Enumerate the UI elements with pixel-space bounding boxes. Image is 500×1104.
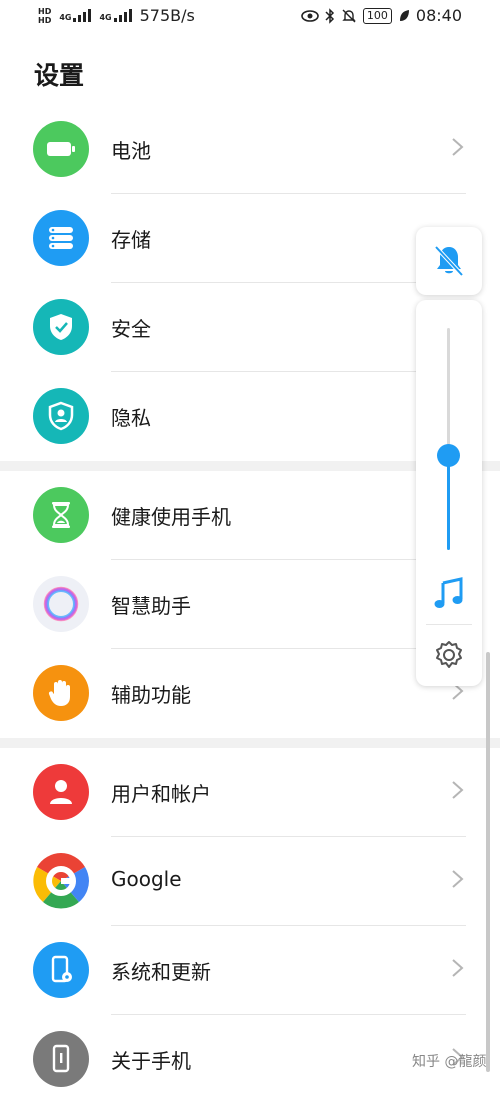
chevron-right-icon (452, 959, 464, 977)
settings-item-google[interactable]: Google (0, 837, 500, 926)
status-bar: HD HD 4G 4G 575B/s 100 08:40 (0, 0, 500, 36)
hourglass-icon (33, 487, 89, 543)
shield-icon (33, 299, 89, 355)
settings-item-system-update[interactable]: 系统和更新 (0, 926, 500, 1015)
settings-item-battery[interactable]: 电池 (0, 105, 500, 194)
net-label-2: 4G (99, 13, 112, 22)
chevron-right-icon (452, 138, 464, 156)
signal-icon-2: 4G (99, 9, 132, 22)
watermark: 知乎 @龍颜 (412, 1054, 487, 1070)
hd-indicator: HD HD (38, 7, 51, 25)
chevron-right-icon (452, 870, 464, 888)
volume-panel (416, 300, 482, 686)
settings-item-label: 关于手机 (111, 1049, 191, 1073)
settings-item-label: 存储 (111, 228, 151, 252)
hd-label-1: HD (38, 6, 52, 16)
settings-item-label: 安全 (111, 317, 151, 341)
settings-item-label: 健康使用手机 (111, 505, 231, 529)
settings-item-label: 用户和帐户 (111, 782, 211, 806)
leaf-icon (399, 9, 409, 21)
eye-icon (301, 9, 319, 22)
settings-item-label: 系统和更新 (111, 960, 211, 984)
page-title: 设置 (34, 61, 85, 90)
bell-off-icon (434, 245, 464, 277)
section-gap (0, 738, 500, 748)
music-note-icon[interactable] (432, 577, 466, 611)
settings-item-label: 隐私 (111, 406, 151, 430)
settings-item-label: 辅助功能 (111, 683, 191, 707)
chevron-right-icon (452, 781, 464, 799)
bluetooth-icon (325, 7, 334, 24)
phone-info-icon (33, 1031, 89, 1087)
battery-icon (33, 121, 89, 177)
user-icon (33, 764, 89, 820)
clock: 08:40 (415, 6, 462, 25)
hd-label-2: HD (38, 15, 52, 25)
settings-item-label: 智慧助手 (111, 594, 191, 618)
network-speed: 575B/s (139, 6, 195, 25)
scrollbar[interactable] (486, 652, 490, 1072)
settings-item-users-accounts[interactable]: 用户和帐户 (0, 748, 500, 837)
volume-slider-fill (447, 455, 450, 550)
volume-slider-track[interactable] (437, 328, 460, 550)
privacy-icon (33, 388, 89, 444)
panel-divider (426, 624, 472, 625)
mute-icon (342, 9, 356, 22)
net-label-1: 4G (59, 13, 72, 22)
battery-indicator: 100 (362, 7, 392, 24)
signal-icon: 4G (59, 9, 92, 22)
gear-icon[interactable] (434, 640, 464, 670)
phone-settings-icon (33, 942, 89, 998)
settings-item-label: 电池 (111, 139, 151, 163)
volume-slider-thumb[interactable] (437, 444, 460, 467)
settings-item-label: Google (111, 867, 182, 891)
hand-icon (33, 665, 89, 721)
ringer-toggle-button[interactable] (416, 227, 482, 295)
google-icon (33, 853, 89, 909)
assistant-icon (33, 576, 89, 632)
storage-icon (33, 210, 89, 266)
